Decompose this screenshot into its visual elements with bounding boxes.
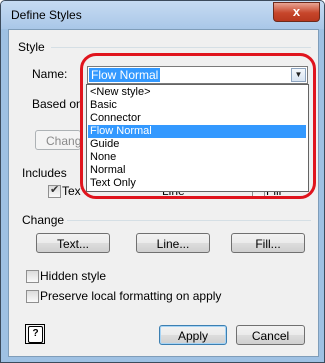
includes-heading: Includes bbox=[22, 166, 67, 180]
cancel-button[interactable]: Cancel bbox=[236, 325, 305, 345]
based-on-label: Based on bbox=[32, 97, 83, 111]
apply-button[interactable]: Apply bbox=[159, 325, 227, 345]
close-icon: x bbox=[292, 4, 301, 19]
help-icon: ? bbox=[28, 326, 43, 343]
name-label: Name: bbox=[32, 67, 68, 81]
change-text-button[interactable]: Text... bbox=[36, 233, 110, 253]
change-name-button[interactable]: Chang bbox=[35, 130, 81, 150]
help-button[interactable]: ? bbox=[25, 324, 45, 344]
close-button[interactable]: x bbox=[273, 2, 320, 22]
change-group-divider bbox=[67, 220, 311, 221]
include-text-label: Tex bbox=[62, 184, 81, 198]
title-bar[interactable]: Define Styles x bbox=[1, 1, 324, 29]
change-name-button-label: Chang bbox=[46, 134, 82, 148]
style-group-heading: Style bbox=[18, 40, 45, 54]
hidden-style-label: Hidden style bbox=[40, 269, 107, 283]
include-text-checkbox[interactable] bbox=[48, 183, 61, 198]
dialog-title: Define Styles bbox=[11, 8, 82, 22]
preserve-formatting-label: Preserve local formatting on apply bbox=[40, 289, 222, 303]
change-group-heading: Change bbox=[22, 213, 65, 227]
change-line-button[interactable]: Line... bbox=[136, 233, 210, 253]
change-fill-button[interactable]: Fill... bbox=[231, 233, 305, 253]
hidden-style-checkbox[interactable] bbox=[26, 270, 39, 283]
preserve-formatting-checkbox[interactable] bbox=[26, 290, 39, 303]
red-highlight-outline bbox=[80, 53, 316, 199]
define-styles-dialog: Define Styles x Style Name: Flow Normal … bbox=[0, 0, 325, 363]
style-group-divider bbox=[51, 47, 311, 48]
